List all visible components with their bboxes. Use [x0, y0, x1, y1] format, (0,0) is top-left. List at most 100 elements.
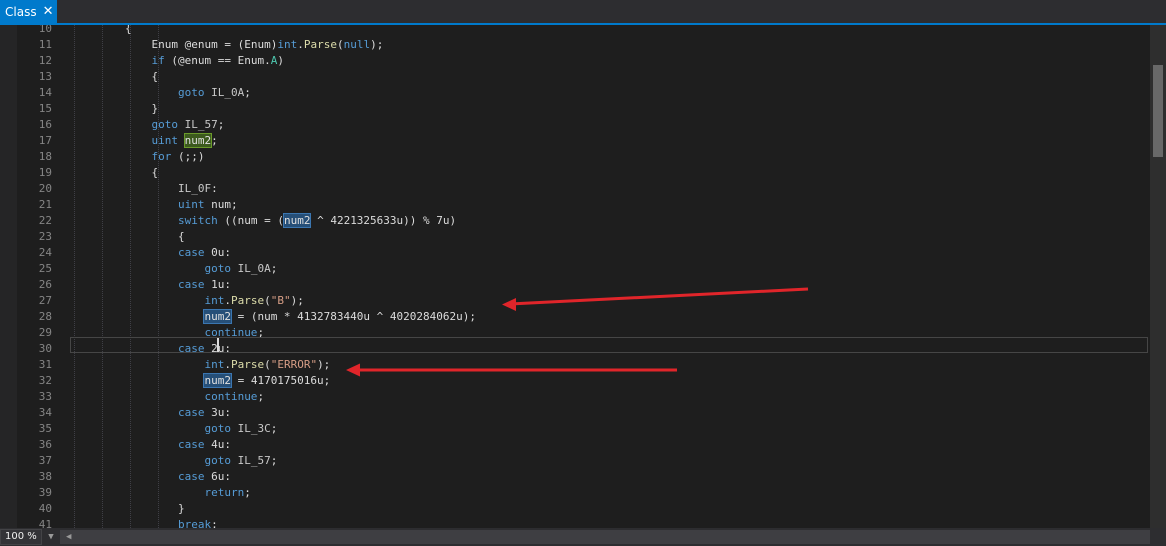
line-number: 36 [38, 438, 52, 451]
code-token: ; [270, 422, 278, 435]
code-token: ((num = ( [217, 214, 284, 227]
code-token: goto [204, 422, 231, 435]
code-token: . [297, 38, 304, 51]
code-token: ; [217, 118, 225, 131]
code-token: ; [244, 486, 251, 499]
code-token: { [177, 230, 185, 243]
code-line[interactable]: } [72, 501, 1150, 517]
code-line[interactable]: } [72, 101, 1150, 117]
code-line[interactable]: goto IL_57; [72, 453, 1150, 469]
code-line[interactable]: continue; [72, 325, 1150, 341]
code-line[interactable]: int.Parse("B"); [72, 293, 1150, 309]
code-token: case [177, 278, 205, 291]
code-token: ( [264, 358, 271, 371]
line-number: 18 [38, 150, 52, 163]
code-token: : [211, 182, 218, 195]
code-line[interactable]: num2 = 4170175016u; [72, 373, 1150, 389]
scroll-left-icon[interactable]: ◀ [66, 530, 71, 544]
code-token: 6u: [204, 470, 231, 483]
code-token: (;;) [171, 150, 205, 163]
code-line[interactable]: case 2u: [72, 341, 1150, 357]
chevron-down-icon[interactable]: ▼ [44, 529, 58, 545]
code-line[interactable]: case 4u: [72, 437, 1150, 453]
code-line[interactable]: IL_0F: [72, 181, 1150, 197]
code-line[interactable]: { [72, 165, 1150, 181]
code-token: = 4170175016u; [230, 374, 331, 387]
code-token: ; [244, 86, 251, 99]
code-token: IL_0F [177, 182, 212, 195]
code-line[interactable]: goto IL_0A; [72, 85, 1150, 101]
code-line[interactable]: break; [72, 517, 1150, 528]
line-number: 39 [38, 486, 52, 499]
scrollbar-thumb[interactable] [1153, 65, 1163, 157]
code-token: { [151, 166, 159, 179]
code-line[interactable]: { [72, 69, 1150, 85]
code-line[interactable]: uint num; [72, 197, 1150, 213]
code-line[interactable]: case 1u: [72, 277, 1150, 293]
line-number: 17 [38, 134, 52, 147]
code-token: return [204, 486, 245, 499]
tab-class[interactable]: Class ✕ [0, 0, 57, 23]
code-editor[interactable]: 10 11 12 13 14 15 16 17 18 19 20 21 22 23 24 25 26 27 28 29… [0, 25, 1150, 528]
horizontal-scrollbar[interactable] [60, 530, 1150, 544]
code-token: null [343, 38, 371, 51]
code-token: ); [317, 358, 331, 371]
code-line[interactable]: goto IL_0A; [72, 261, 1150, 277]
code-line[interactable]: { [72, 229, 1150, 245]
code-line[interactable]: return; [72, 485, 1150, 501]
code-line[interactable]: case 3u: [72, 405, 1150, 421]
code-line[interactable]: for (;;) [72, 149, 1150, 165]
code-line[interactable]: { [72, 25, 1150, 37]
line-number: 37 [38, 454, 52, 467]
zoom-level-select[interactable]: 100 % [0, 529, 42, 545]
vertical-scrollbar[interactable] [1150, 25, 1166, 528]
code-token: if [151, 54, 165, 67]
code-line[interactable]: goto IL_57; [72, 117, 1150, 133]
code-line[interactable]: case 6u: [72, 469, 1150, 485]
code-token: continue [204, 390, 258, 403]
code-line[interactable]: Enum @enum = (Enum)int.Parse(null); [72, 37, 1150, 53]
tab-bar: Class ✕ [0, 0, 1166, 25]
code-line[interactable]: continue; [72, 389, 1150, 405]
code-area[interactable]: { Enum @enum = (Enum)int.Parse(null); if… [72, 25, 1150, 528]
code-line[interactable]: num2 = (num * 4132783440u ^ 4020284062u)… [72, 309, 1150, 325]
code-token: goto [177, 86, 205, 99]
line-number: 40 [38, 502, 52, 515]
code-token: for [151, 150, 172, 163]
code-line[interactable]: goto IL_3C; [72, 421, 1150, 437]
code-line[interactable]: if (@enum == Enum.A) [72, 53, 1150, 69]
code-token: . [224, 294, 231, 307]
line-number: 13 [38, 70, 52, 83]
code-token: { [151, 70, 159, 83]
line-number: 11 [38, 38, 52, 51]
code-token: num2 [282, 213, 312, 228]
code-token: Parse [230, 358, 265, 371]
code-token: IL_3C [237, 422, 271, 435]
code-token: num2 [203, 373, 232, 388]
close-icon[interactable]: ✕ [43, 4, 54, 19]
code-token: ( [336, 38, 344, 51]
code-token: ( [264, 294, 271, 307]
code-line[interactable]: uint num2; [72, 133, 1150, 149]
line-number: 12 [38, 54, 52, 67]
line-number: 15 [38, 102, 52, 115]
line-number: 22 [38, 214, 52, 227]
code-line[interactable]: int.Parse("ERROR"); [72, 357, 1150, 373]
code-line[interactable]: switch ((num = (num2 ^ 4221325633u)) % 7… [72, 213, 1150, 229]
code-line[interactable]: case 0u: [72, 245, 1150, 261]
line-number: 23 [38, 230, 52, 243]
line-number: 38 [38, 470, 52, 483]
